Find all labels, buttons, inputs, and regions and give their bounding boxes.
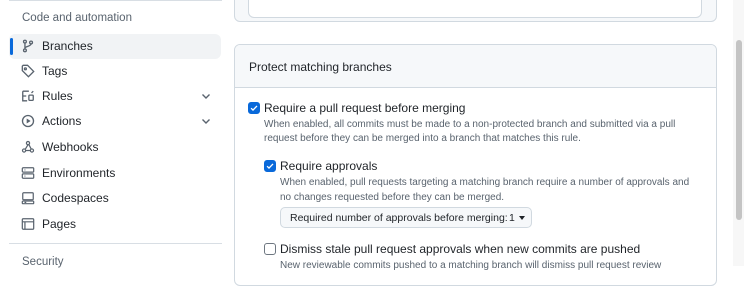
sidebar-item-label: Pages bbox=[42, 217, 77, 231]
require-approvals-checkbox[interactable] bbox=[264, 160, 276, 172]
dismiss-stale-checkbox[interactable] bbox=[264, 243, 276, 255]
require-pr-label[interactable]: Require a pull request before merging bbox=[264, 101, 465, 115]
caret-down-icon bbox=[519, 216, 525, 220]
tag-icon bbox=[21, 64, 35, 78]
approvals-count-value: 1 bbox=[509, 212, 515, 224]
previous-panel-field[interactable] bbox=[248, 0, 702, 18]
dismiss-stale-label[interactable]: Dismiss stale pull request approvals whe… bbox=[280, 242, 640, 256]
checkmark-icon bbox=[266, 163, 274, 170]
server-icon bbox=[21, 166, 35, 180]
sidebar-item-label: Branches bbox=[42, 39, 93, 53]
git-branch-icon bbox=[21, 39, 35, 53]
settings-sidebar: Code and automation Branches Tags Rules … bbox=[0, 0, 230, 268]
webhook-icon bbox=[21, 140, 35, 154]
browser-icon bbox=[21, 217, 35, 231]
sidebar-divider bbox=[9, 243, 222, 244]
sidebar-item-label: Webhooks bbox=[42, 140, 99, 154]
checkmark-icon bbox=[250, 105, 258, 112]
rules-icon bbox=[21, 89, 35, 103]
sidebar-divider bbox=[9, 0, 222, 1]
sidebar-section-heading: Security bbox=[22, 256, 64, 268]
sidebar-item-codespaces[interactable]: Codespaces bbox=[9, 186, 221, 211]
require-pr-description-line-2: request before they can be merged into a… bbox=[264, 133, 581, 144]
dismiss-stale-description-line-1: New reviewable commits pushed to a match… bbox=[280, 260, 662, 271]
chevron-down-icon[interactable] bbox=[200, 115, 212, 127]
sidebar-item-tags[interactable]: Tags bbox=[9, 59, 221, 84]
approvals-count-label: Required number of approvals before merg… bbox=[290, 212, 508, 224]
sidebar-item-label: Rules bbox=[42, 89, 73, 103]
sidebar-item-label: Actions bbox=[42, 114, 82, 128]
sidebar-item-label: Tags bbox=[42, 64, 68, 78]
sidebar-item-label: Codespaces bbox=[42, 191, 109, 205]
chevron-down-icon[interactable] bbox=[200, 90, 212, 102]
sidebar-item-environments[interactable]: Environments bbox=[9, 161, 221, 186]
scrollbar-thumb[interactable] bbox=[736, 40, 742, 220]
sidebar-item-actions[interactable]: Actions bbox=[9, 109, 221, 134]
approvals-count-select[interactable]: Required number of approvals before merg… bbox=[280, 207, 532, 228]
sidebar-item-rules[interactable]: Rules bbox=[9, 84, 221, 109]
sidebar-item-webhooks[interactable]: Webhooks bbox=[9, 135, 221, 160]
sidebar-item-pages[interactable]: Pages bbox=[9, 212, 221, 237]
sidebar-section-heading: Code and automation bbox=[22, 12, 132, 24]
codespaces-icon bbox=[21, 191, 35, 205]
active-indicator bbox=[10, 38, 13, 55]
play-icon bbox=[21, 114, 35, 128]
sidebar-item-branches[interactable]: Branches bbox=[9, 34, 221, 59]
require-approvals-label[interactable]: Require approvals bbox=[280, 159, 377, 173]
panel-title: Protect matching branches bbox=[249, 60, 392, 74]
sidebar-item-label: Environments bbox=[42, 166, 116, 180]
require-pr-checkbox[interactable] bbox=[248, 102, 260, 114]
require-approvals-description-line-1: When enabled, pull requests targeting a … bbox=[280, 177, 690, 188]
panel-header: Protect matching branches bbox=[235, 45, 716, 88]
require-approvals-description-line-2: no changes requested before they can be … bbox=[280, 192, 505, 203]
